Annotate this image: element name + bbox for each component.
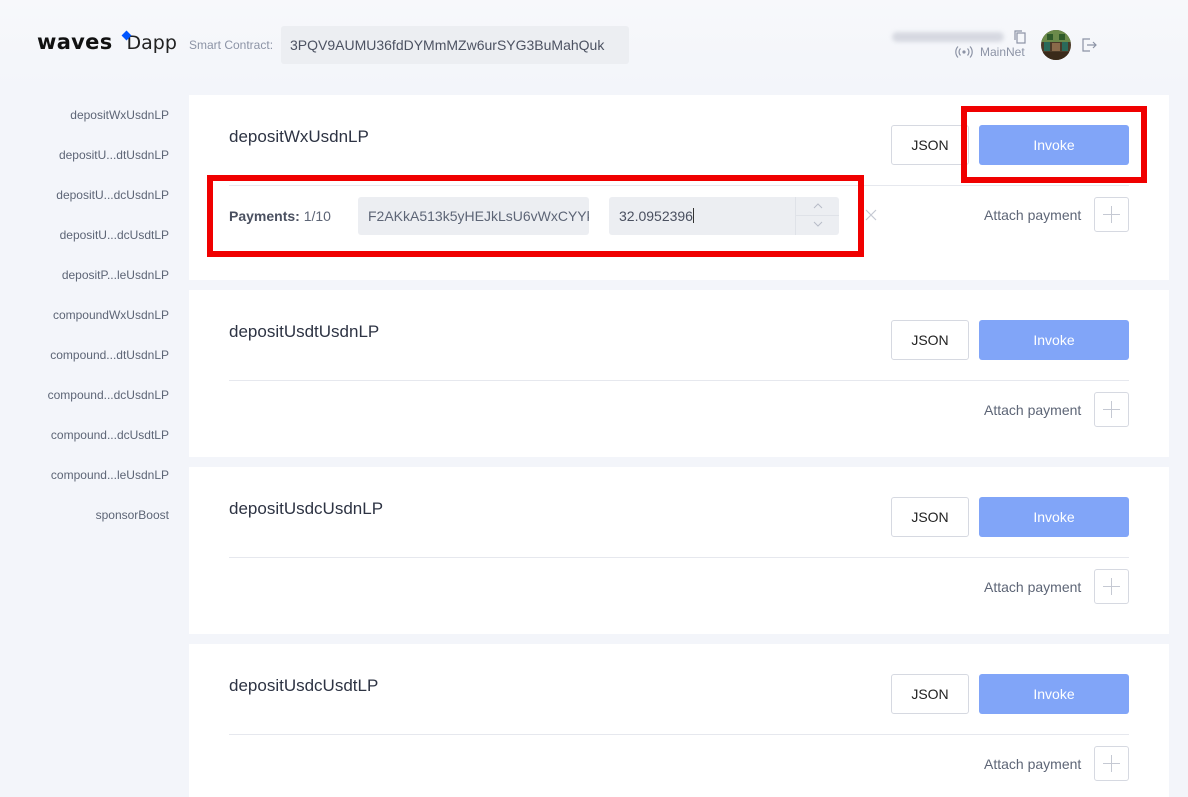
attach-payment-label: Attach payment xyxy=(984,402,1082,418)
function-title: depositUsdcUsdnLP xyxy=(229,499,384,518)
invoke-button[interactable]: Invoke xyxy=(979,674,1129,714)
function-card-depositusdcusdnlp: depositUsdcUsdnLP JSON Invoke Attach pay… xyxy=(189,467,1169,634)
payments-counter: Payments: 1/10 xyxy=(229,208,331,224)
quantity-stepper[interactable] xyxy=(795,197,839,235)
sidebar-item-depositpuzzleusdnlp[interactable]: depositP...leUsdnLP xyxy=(0,255,178,295)
copy-icon[interactable] xyxy=(1012,29,1028,45)
sidebar-item-sponsorboost[interactable]: sponsorBoost xyxy=(0,495,178,535)
sidebar-item-compoundusdcusdnlp[interactable]: compound...dcUsdnLP xyxy=(0,375,178,415)
payments-label: Payments: xyxy=(229,208,300,224)
network-label: MainNet xyxy=(980,45,1025,59)
sidebar-item-depositusdtusdnlp[interactable]: depositU...dtUsdnLP xyxy=(0,135,178,175)
function-card-depositwxusdnlp: depositWxUsdnLP JSON Invoke Payments: 1/… xyxy=(189,95,1169,280)
payments-count: 1/10 xyxy=(303,208,331,224)
invoke-button[interactable]: Invoke xyxy=(979,125,1129,165)
invoke-button[interactable]: Invoke xyxy=(979,497,1129,537)
function-cards: depositWxUsdnLP JSON Invoke Payments: 1/… xyxy=(189,95,1169,797)
logo-suffix: Dapp xyxy=(126,32,177,54)
smart-contract-label: Smart Contract: xyxy=(189,38,274,52)
network-signal-icon xyxy=(955,46,973,58)
divider xyxy=(229,380,1129,381)
attach-payment-label: Attach payment xyxy=(984,756,1082,772)
function-title: depositWxUsdnLP xyxy=(229,127,369,146)
amount-text: 32.0952396 xyxy=(619,208,693,224)
stepper-up-button[interactable] xyxy=(796,197,839,216)
function-card-depositusdcusdtlp: depositUsdcUsdtLP JSON Invoke Attach pay… xyxy=(189,644,1169,797)
sidebar-item-compoundpuzzleusdnlp[interactable]: compound...leUsdnLP xyxy=(0,455,178,495)
json-button[interactable]: JSON xyxy=(891,125,969,165)
logout-icon[interactable] xyxy=(1081,37,1097,53)
smart-contract-address-field[interactable]: 3PQV9AUMU36fdDYMmMZw6urSYG3BuMahQuk xyxy=(281,26,629,64)
remove-payment-icon[interactable] xyxy=(864,208,878,222)
app-logo[interactable]: waves Dapp xyxy=(37,30,177,58)
attach-payment-button[interactable] xyxy=(1094,197,1129,232)
attach-payment-button[interactable] xyxy=(1094,392,1129,427)
json-button[interactable]: JSON xyxy=(891,674,969,714)
chevron-down-icon xyxy=(813,221,823,227)
payment-amount-field[interactable]: 32.0952396 xyxy=(609,197,839,235)
avatar[interactable] xyxy=(1041,30,1071,60)
divider xyxy=(229,185,1129,186)
sidebar-item-depositusdcusdnlp[interactable]: depositU...dcUsdnLP xyxy=(0,175,178,215)
amount-value: 32.0952396 xyxy=(619,197,694,235)
function-card-depositusdtusdnlp: depositUsdtUsdnLP JSON Invoke Attach pay… xyxy=(189,290,1169,457)
sidebar-item-compoundusdcusdtlp[interactable]: compound...dcUsdtLP xyxy=(0,415,178,455)
top-header: waves Dapp Smart Contract: 3PQV9AUMU36fd… xyxy=(0,0,1188,88)
attach-payment-button[interactable] xyxy=(1094,569,1129,604)
stepper-down-button[interactable] xyxy=(796,216,839,235)
divider xyxy=(229,734,1129,735)
json-button[interactable]: JSON xyxy=(891,497,969,537)
attach-payment-button[interactable] xyxy=(1094,746,1129,781)
account-address-blurred xyxy=(892,32,1004,42)
function-sidebar: depositWxUsdnLP depositU...dtUsdnLP depo… xyxy=(0,95,178,535)
chevron-up-icon xyxy=(813,203,823,209)
json-button[interactable]: JSON xyxy=(891,320,969,360)
payment-asset-field[interactable]: F2AKkA513k5yHEJkLsU6vWxCYYk8 xyxy=(358,197,589,235)
divider xyxy=(229,557,1129,558)
attach-payment-label: Attach payment xyxy=(984,579,1082,595)
sidebar-item-compoundusdtusdnlp[interactable]: compound...dtUsdnLP xyxy=(0,335,178,375)
attach-payment-label: Attach payment xyxy=(984,207,1082,223)
function-title: depositUsdcUsdtLP xyxy=(229,676,379,695)
sidebar-item-depositusdcusdtlp[interactable]: depositU...dcUsdtLP xyxy=(0,215,178,255)
logo-wordmark: waves xyxy=(37,30,113,54)
invoke-button[interactable]: Invoke xyxy=(979,320,1129,360)
sidebar-item-compoundwxusdnlp[interactable]: compoundWxUsdnLP xyxy=(0,295,178,335)
function-title: depositUsdtUsdnLP xyxy=(229,322,380,341)
text-caret xyxy=(692,208,694,223)
sidebar-item-depositwxusdnlp[interactable]: depositWxUsdnLP xyxy=(0,95,178,135)
